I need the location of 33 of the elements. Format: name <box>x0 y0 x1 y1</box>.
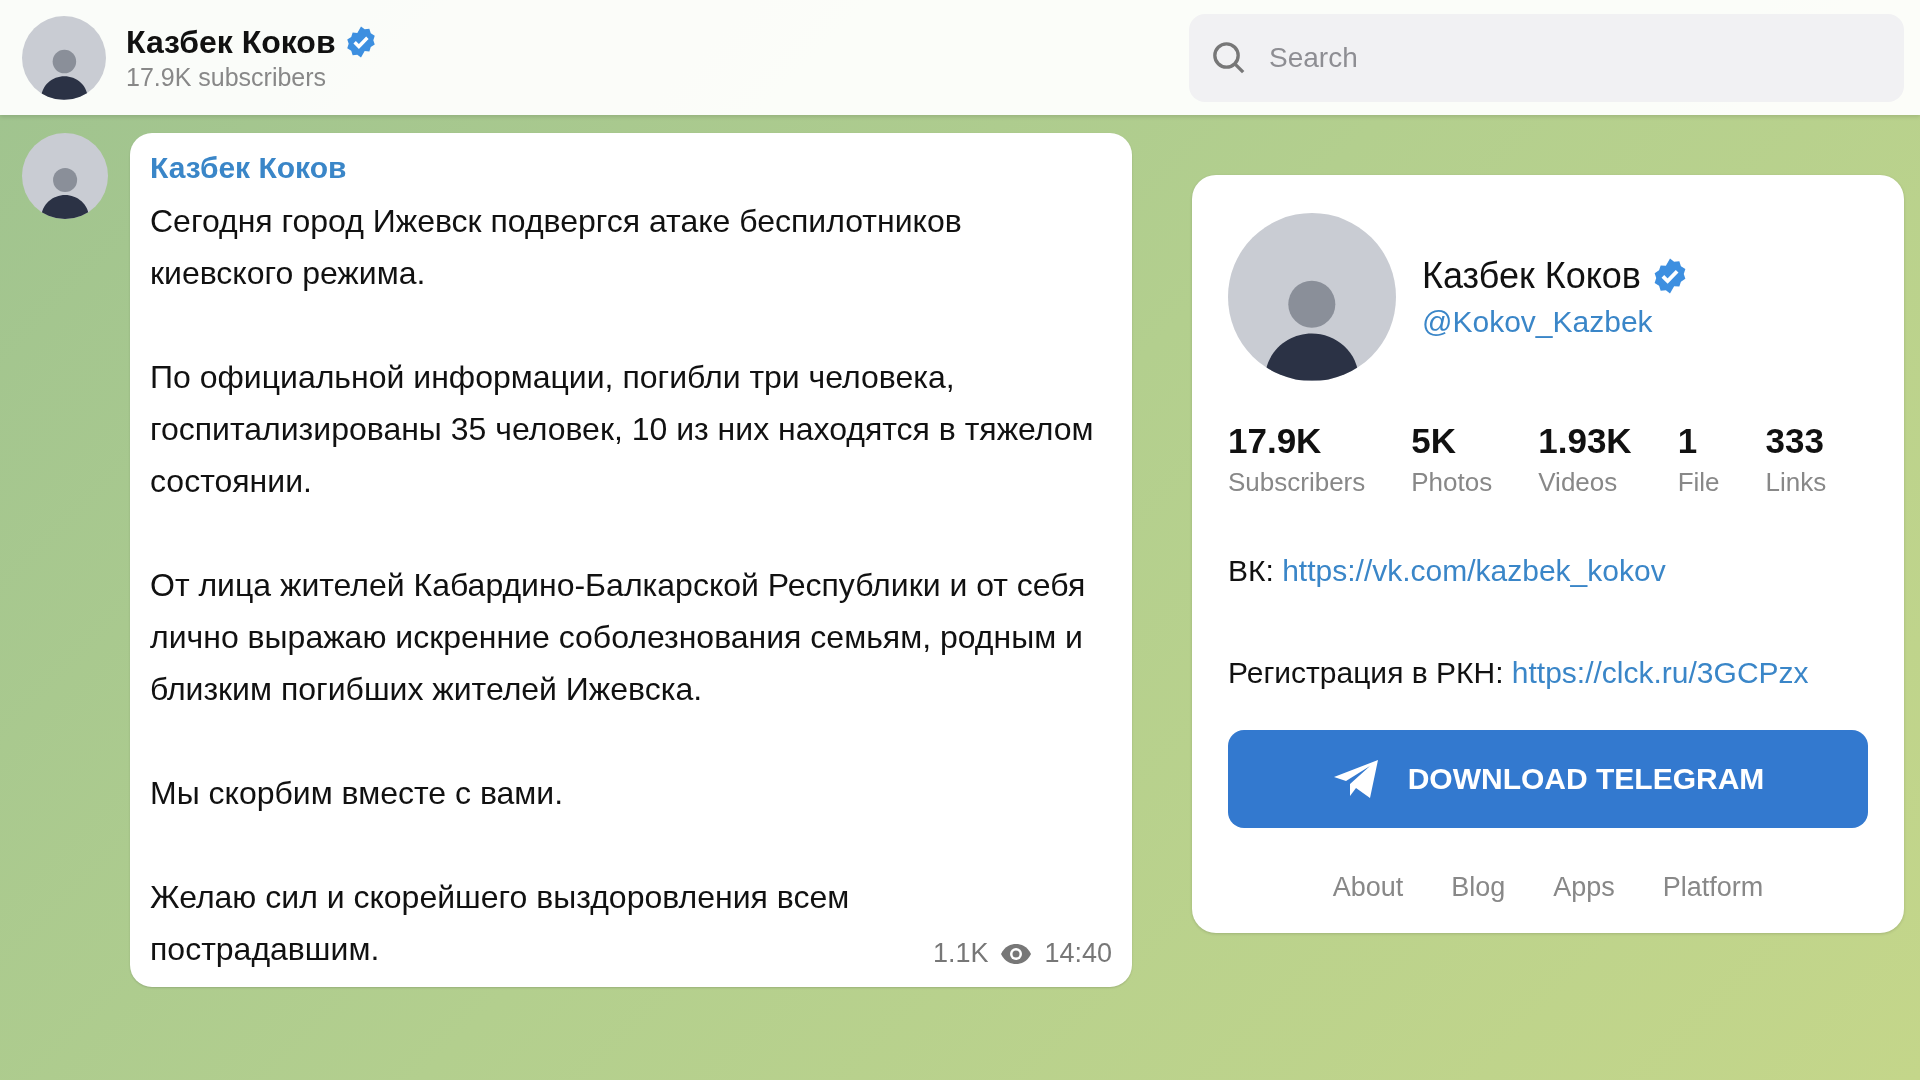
stat-value: 333 <box>1765 421 1825 461</box>
channel-name: Казбек Коков <box>1422 255 1641 297</box>
message-paragraph: Сегодня город Ижевск подвергся атаке беспилотников киевского режима. <box>150 202 963 293</box>
download-button[interactable]: DOWNLOAD TELEGRAM <box>1228 730 1868 828</box>
footer-link[interactable]: Apps <box>1553 872 1615 903</box>
message-time: 14:40 <box>1044 938 1112 969</box>
link-label: ВК: <box>1228 554 1274 587</box>
stat-value: 1 <box>1677 421 1699 461</box>
message-paragraph: От лица жителей Кабардино-Балкарской Республики и от себя лично выражаю искренние соболезнования семьям, родным и близким погибших жителей Ижевска. <box>150 566 1087 709</box>
link[interactable]: https://clck.ru/3GCPzx <box>1511 656 1809 689</box>
stat-label: Videos <box>1538 467 1619 498</box>
footer-link[interactable]: Blog <box>1451 872 1506 903</box>
stat-label: Subscribers <box>1228 467 1366 498</box>
stat-value: 17.9K <box>1228 421 1323 461</box>
channel-username: @Kokov_Kazbek <box>1422 305 1654 339</box>
eye-icon <box>1000 942 1033 965</box>
footer-link[interactable]: Platform <box>1662 872 1764 903</box>
stat-label: Photos <box>1411 467 1493 498</box>
message-paragraph: Желаю сил и скорейшего выздоровления всем пострадавшим. <box>150 878 851 969</box>
view-count: 1.1K <box>932 938 989 969</box>
search-field[interactable]: Search <box>1189 13 1904 102</box>
message-author[interactable]: Казбек Коков <box>150 151 1112 185</box>
stat-label: Links <box>1765 467 1827 498</box>
message-paragraph: Мы скорбим вместе с вами. <box>150 774 565 813</box>
message-paragraph: По официальной информации, погибли три человека, госпитализированы 35 человек, 10 из них находятся в тяжелом состоянии. <box>150 358 1095 501</box>
footer-link[interactable]: About <box>1332 872 1404 903</box>
link[interactable]: https://vk.com/kazbek_kokov <box>1282 554 1666 587</box>
link-label: Регистрация в РКН: <box>1228 656 1504 689</box>
subscriber-count: 17.9K subscribers <box>126 62 328 92</box>
stat-value: 5K <box>1411 421 1458 461</box>
stat-label: File <box>1677 467 1720 498</box>
channel-title: Казбек Коков <box>126 23 336 61</box>
stat-value: 1.93K <box>1538 421 1632 461</box>
